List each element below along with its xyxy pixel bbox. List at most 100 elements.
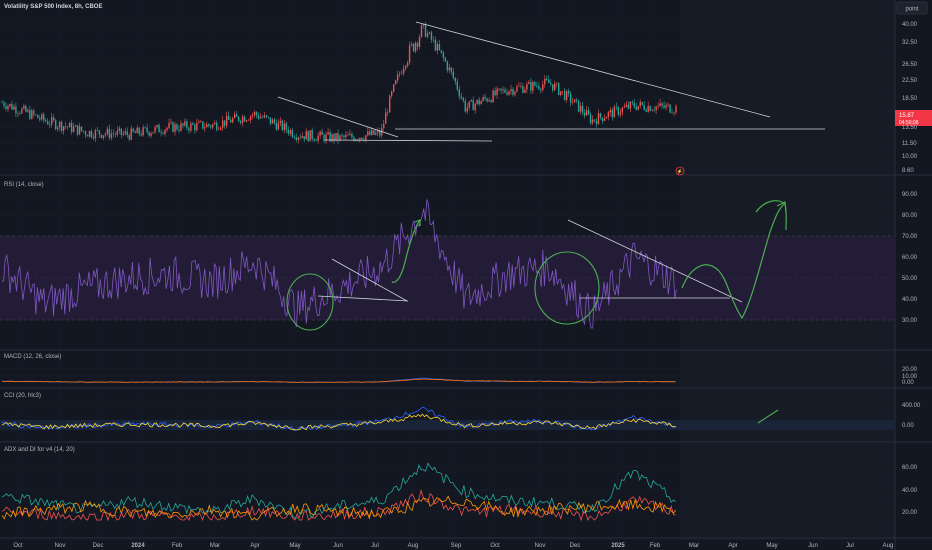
- price-candle: [47, 121, 49, 125]
- price-candle: [160, 132, 162, 134]
- price-candle: [192, 123, 194, 125]
- y-tick-label: 90.00: [902, 192, 918, 198]
- price-candle: [583, 112, 586, 116]
- y-tick-label: 8.60: [902, 168, 914, 174]
- price-candle: [609, 109, 612, 113]
- price-candle: [309, 130, 311, 142]
- x-tick-label: Feb: [650, 543, 661, 549]
- price-candle: [92, 137, 95, 139]
- price-candle: [289, 129, 291, 134]
- price-candle: [597, 113, 600, 125]
- price-candle: [35, 114, 37, 116]
- price-candle: [550, 82, 552, 85]
- price-candle: [577, 100, 580, 112]
- price-candle: [593, 119, 596, 121]
- price-candle: [420, 25, 423, 38]
- x-tick-label: May: [289, 543, 300, 549]
- price-candle: [526, 83, 528, 90]
- price-candle: [164, 129, 166, 134]
- y-tick-label: 40.00: [902, 22, 918, 28]
- y-tick-label: 10.00: [902, 154, 918, 160]
- price-candle: [530, 82, 532, 91]
- price-candle: [655, 106, 657, 111]
- price-candle: [643, 104, 645, 110]
- price-candle: [261, 117, 264, 118]
- price-candle: [142, 127, 144, 136]
- price-candle: [235, 114, 238, 117]
- price-candle: [394, 80, 397, 85]
- price-candle: [625, 104, 628, 107]
- price-candle: [132, 128, 134, 132]
- price-candle: [76, 125, 79, 135]
- chart-canvas[interactable]: Volatility S&P 500 Index, 8h, CBOE RSI (…: [0, 0, 932, 550]
- point-badge-label: point: [905, 7, 918, 13]
- price-candle: [404, 65, 407, 69]
- price-candle: [490, 100, 492, 103]
- price-candle: [176, 124, 178, 130]
- price-candle: [629, 101, 631, 109]
- price-candle: [645, 109, 647, 112]
- price-candle: [196, 123, 198, 131]
- price-candle: [311, 130, 313, 140]
- price-candle: [220, 127, 222, 130]
- price-candle: [74, 125, 77, 127]
- x-tick-label: Apr: [250, 543, 259, 549]
- price-candle: [605, 117, 608, 119]
- price-candle: [94, 130, 97, 139]
- price-candle: [387, 112, 389, 114]
- x-tick-label: Feb: [172, 543, 183, 549]
- price-candle: [138, 127, 140, 134]
- price-candle: [124, 131, 126, 134]
- y-tick-label: 50.00: [902, 276, 918, 282]
- price-candle: [259, 117, 262, 119]
- x-tick-label: Dec: [570, 543, 581, 549]
- price-candle: [571, 102, 574, 103]
- price-candle: [190, 123, 192, 131]
- price-candle: [237, 116, 240, 122]
- price-candle: [78, 126, 81, 135]
- price-candle: [369, 131, 371, 135]
- price-candle: [498, 88, 500, 90]
- price-candle: [184, 121, 186, 126]
- price-candle: [454, 77, 457, 82]
- price-candle: [579, 105, 582, 112]
- price-candle: [623, 106, 626, 108]
- price-candle: [82, 130, 85, 132]
- price-candle: [204, 127, 206, 129]
- price-candle: [313, 139, 315, 141]
- price-candle: [538, 85, 540, 89]
- price-candle: [528, 82, 530, 84]
- price-candle: [116, 130, 119, 135]
- price-candle: [267, 116, 270, 118]
- price-candle: [667, 104, 669, 106]
- price-candle: [430, 32, 433, 40]
- price-candle: [428, 32, 431, 34]
- y-tick-label: 13.50: [902, 125, 918, 131]
- price-candle: [84, 131, 87, 136]
- price-candle: [456, 81, 459, 90]
- price-candle: [639, 102, 641, 106]
- price-candle: [106, 128, 109, 134]
- price-candle: [206, 124, 208, 128]
- price-candle: [480, 100, 482, 105]
- price-candle: [448, 67, 451, 71]
- price-candle: [66, 126, 69, 128]
- price-candle: [186, 121, 188, 129]
- price-candle: [659, 103, 661, 106]
- price-candle: [291, 129, 293, 137]
- price-candle: [51, 117, 53, 125]
- price-candle: [86, 135, 89, 137]
- price-candle: [675, 106, 677, 113]
- price-candle: [60, 121, 63, 131]
- price-candle: [297, 137, 299, 140]
- price-candle: [510, 89, 512, 92]
- x-tick-label: Mar: [689, 543, 699, 549]
- price-candle: [365, 135, 367, 141]
- price-candle: [150, 133, 152, 136]
- price-candle: [108, 128, 111, 138]
- price-candle: [389, 95, 391, 113]
- price-candle: [516, 86, 518, 92]
- price-candle: [351, 133, 353, 138]
- price-candle: [635, 106, 637, 110]
- price-candle: [544, 78, 546, 85]
